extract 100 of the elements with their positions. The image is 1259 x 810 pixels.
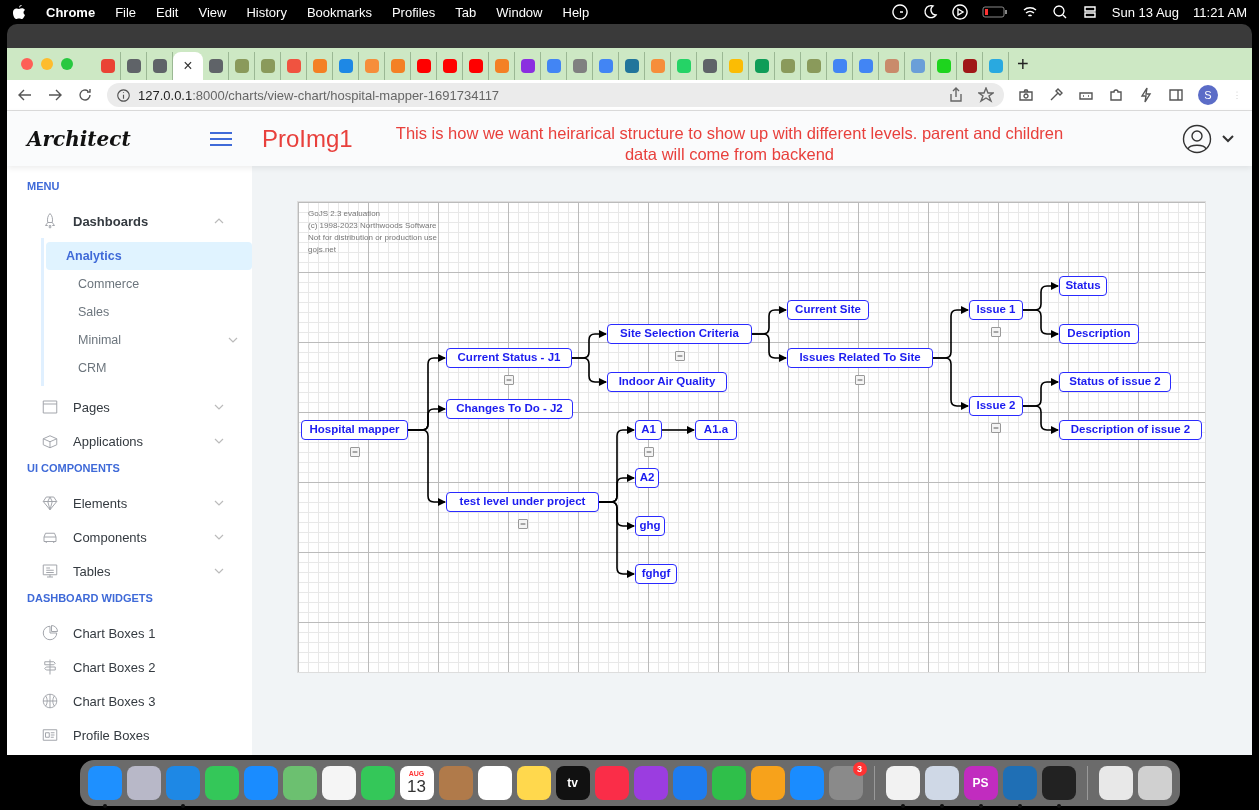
tree-node[interactable]: Issue 1 (969, 300, 1023, 320)
app-icon[interactable] (282, 765, 317, 800)
caret-icon[interactable] (1222, 134, 1234, 143)
app-icon[interactable] (924, 765, 959, 800)
watermark-text: gojs.net (308, 244, 338, 256)
menubar-date[interactable]: Sun 13 Aug (1111, 4, 1180, 20)
collapse-button[interactable] (517, 519, 528, 529)
menu-item[interactable]: Chrome (46, 4, 96, 20)
play-icon[interactable] (951, 4, 968, 20)
menu-item[interactable]: Window (496, 4, 543, 20)
eyedropper-icon[interactable] (1048, 87, 1064, 103)
nav-subitem[interactable]: Commerce (58, 270, 252, 298)
tree-node[interactable]: Current Site (787, 300, 869, 320)
nav-item[interactable]: Components (27, 520, 252, 554)
collapse-button[interactable] (991, 327, 1001, 337)
bolt-icon[interactable] (1138, 87, 1154, 103)
collapse-button[interactable] (643, 447, 654, 457)
tree-node[interactable]: Description of issue 2 (1059, 420, 1202, 440)
collapse-button[interactable] (504, 375, 514, 385)
app-icon[interactable] (711, 765, 746, 800)
section-heading: UI COMPONENTS (27, 462, 121, 474)
tree-node[interactable]: A2 (635, 468, 659, 488)
nav-item[interactable]: Profile Boxes (27, 718, 252, 752)
sidebar-icon[interactable] (1168, 87, 1184, 103)
moon-icon[interactable] (921, 4, 938, 20)
nav-item[interactable]: Applications (27, 424, 252, 458)
nav-subitem[interactable]: Analytics (46, 242, 252, 270)
star-icon[interactable] (978, 87, 994, 103)
share-icon[interactable] (948, 87, 964, 103)
tree-node[interactable]: Issues Related To Site (787, 348, 933, 368)
tree-node[interactable]: Issue 2 (969, 396, 1023, 416)
app-logo[interactable]: Architect (27, 126, 131, 151)
tree-node[interactable]: fghgf (635, 564, 677, 584)
tree-node[interactable]: Changes To Do - J2 (446, 399, 573, 419)
url-text: 127.0.0.1:8000/charts/view-chart/hospital-mapper-1691734117 (138, 87, 500, 103)
tree-node[interactable]: Hospital mapper (301, 420, 408, 440)
menu-item[interactable]: File (115, 4, 137, 20)
tree-node[interactable]: Status (1059, 276, 1107, 296)
menu-item[interactable]: Help (562, 4, 590, 20)
nav-subitem[interactable]: CRM (58, 354, 252, 382)
nav-item[interactable]: Dashboards (27, 204, 252, 238)
collapse-button[interactable] (349, 447, 360, 457)
nav-item[interactable]: Chart Boxes 1 (27, 616, 252, 650)
app-icon[interactable] (321, 765, 356, 800)
new-tab-button[interactable]: + (1017, 52, 1029, 76)
collapse-button[interactable] (674, 351, 685, 361)
tree-node[interactable]: A1 (635, 420, 662, 440)
forward-arrow-icon[interactable] (47, 87, 63, 103)
user-avatar-icon[interactable] (1182, 123, 1212, 154)
zoom-window-button[interactable] (61, 58, 73, 70)
app-icon[interactable]: PS (963, 765, 998, 800)
tree-node[interactable]: test level under project (446, 492, 599, 512)
menu-item[interactable]: View (198, 4, 227, 20)
profile-avatar[interactable]: S (1198, 85, 1218, 105)
back-arrow-icon[interactable] (17, 87, 33, 103)
app-icon[interactable] (516, 765, 551, 800)
tree-node[interactable]: Site Selection Criteria (607, 324, 752, 344)
apple-logo-icon[interactable] (12, 4, 26, 20)
app-icon[interactable] (1041, 765, 1076, 800)
tree-node[interactable]: Description (1059, 324, 1139, 344)
menubar-time[interactable]: 11:21 AM (1193, 4, 1247, 20)
close-window-button[interactable] (21, 58, 33, 70)
menu-item[interactable]: Profiles (391, 4, 436, 20)
collapse-button[interactable] (855, 375, 865, 385)
nav-item[interactable]: Chart Boxes 2 (27, 650, 252, 684)
menu-item[interactable]: History (246, 4, 287, 20)
nav-item[interactable]: Elements (27, 486, 252, 520)
tree-node[interactable]: Indoor Air Quality (607, 372, 727, 392)
nav-item[interactable]: Tables (27, 554, 252, 588)
camera-icon[interactable] (1018, 87, 1034, 103)
browser-tab[interactable]: × (173, 52, 203, 80)
toggles-icon[interactable] (1081, 4, 1098, 20)
battery-icon[interactable] (981, 6, 1008, 18)
tree-node[interactable]: A1.a (695, 420, 737, 440)
search-icon[interactable] (1051, 4, 1068, 20)
nav-subitem[interactable]: Minimal (58, 326, 252, 354)
app-icon[interactable] (750, 765, 785, 800)
app-icon[interactable] (477, 765, 512, 800)
tree-node[interactable]: Current Status - J1 (446, 348, 572, 368)
app-icon[interactable] (204, 765, 239, 800)
app-icon[interactable] (1137, 765, 1172, 800)
menu-item[interactable]: Bookmarks (306, 4, 372, 20)
menu-item[interactable]: Tab (455, 4, 477, 20)
menu-item[interactable]: Edit (156, 4, 179, 20)
app-icon[interactable] (126, 765, 161, 800)
tree-node[interactable]: Status of issue 2 (1059, 372, 1171, 392)
app-icon[interactable]: tv (555, 765, 590, 800)
app-icon[interactable] (885, 765, 920, 800)
close-tab-button[interactable]: × (183, 57, 193, 75)
tree-node[interactable]: ghg (635, 516, 665, 536)
collapse-button[interactable] (991, 423, 1001, 433)
menu-icon[interactable] (210, 130, 232, 147)
nav-item[interactable]: Chart Boxes 3 (27, 684, 252, 718)
reload-icon[interactable] (77, 87, 93, 103)
app-icon[interactable] (360, 765, 395, 800)
address-bar[interactable]: 127.0.0.1:8000/charts/view-chart/hospital-mapper-1691734117 (107, 83, 1004, 107)
nav-item[interactable]: Pages (27, 390, 252, 424)
nav-subitem[interactable]: Sales (58, 298, 252, 326)
info-icon[interactable] (117, 88, 130, 102)
app-icon[interactable] (1098, 765, 1133, 800)
